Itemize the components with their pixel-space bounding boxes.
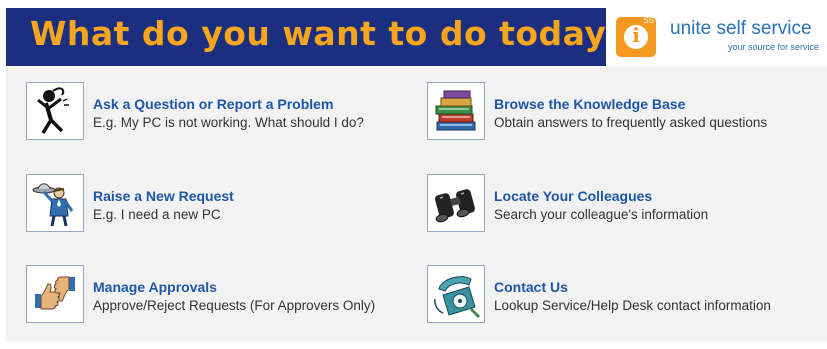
manage-approvals-description: Approve/Reject Requests (For Approvers O… <box>93 298 376 313</box>
frustrated-person-icon[interactable] <box>26 82 84 140</box>
knowledge-base-title[interactable]: Browse the Knowledge Base <box>494 96 685 112</box>
new-request-action[interactable]: Raise a New Request E.g. I need a new PC <box>26 174 418 236</box>
thumbs-up-down-icon[interactable] <box>26 265 84 323</box>
locate-colleagues-action[interactable]: Locate Your Colleagues Search your colle… <box>427 174 819 236</box>
manage-approvals-action[interactable]: Manage Approvals Approve/Reject Requests… <box>26 265 418 327</box>
locate-colleagues-title[interactable]: Locate Your Colleagues <box>494 188 652 204</box>
page-header: What do you want to do today? <box>6 8 626 66</box>
contact-us-action[interactable]: Contact Us Lookup Service/Help Desk cont… <box>427 265 819 327</box>
actions-panel: Ask a Question or Report a Problem E.g. … <box>6 66 827 342</box>
brand-tagline: your source for service <box>727 42 819 52</box>
brand-banner: i SS unite self service your source for … <box>608 8 827 66</box>
stack-of-books-icon[interactable] <box>427 82 485 140</box>
ask-question-title[interactable]: Ask a Question or Report a Problem <box>93 96 333 112</box>
manage-approvals-title[interactable]: Manage Approvals <box>93 279 217 295</box>
contact-us-description: Lookup Service/Help Desk contact informa… <box>494 298 771 313</box>
new-request-description: E.g. I need a new PC <box>93 207 221 222</box>
logo-letter: i <box>632 23 640 47</box>
ask-question-description: E.g. My PC is not working. What should I… <box>93 115 364 130</box>
knowledge-base-description: Obtain answers to frequently asked quest… <box>494 115 768 130</box>
info-logo-icon: i SS <box>616 16 656 57</box>
telephone-icon[interactable] <box>427 265 485 323</box>
page-title: What do you want to do today? <box>30 14 627 53</box>
contact-us-title[interactable]: Contact Us <box>494 279 568 295</box>
binoculars-icon[interactable] <box>427 174 485 232</box>
locate-colleagues-description: Search your colleague's information <box>494 207 709 222</box>
logo-superscript: SS <box>643 16 654 25</box>
brand-name: unite self service <box>670 18 812 39</box>
new-request-title[interactable]: Raise a New Request <box>93 188 234 204</box>
waiter-tray-icon[interactable] <box>26 174 84 232</box>
knowledge-base-action[interactable]: Browse the Knowledge Base Obtain answers… <box>427 82 819 144</box>
ask-question-action[interactable]: Ask a Question or Report a Problem E.g. … <box>26 82 418 144</box>
